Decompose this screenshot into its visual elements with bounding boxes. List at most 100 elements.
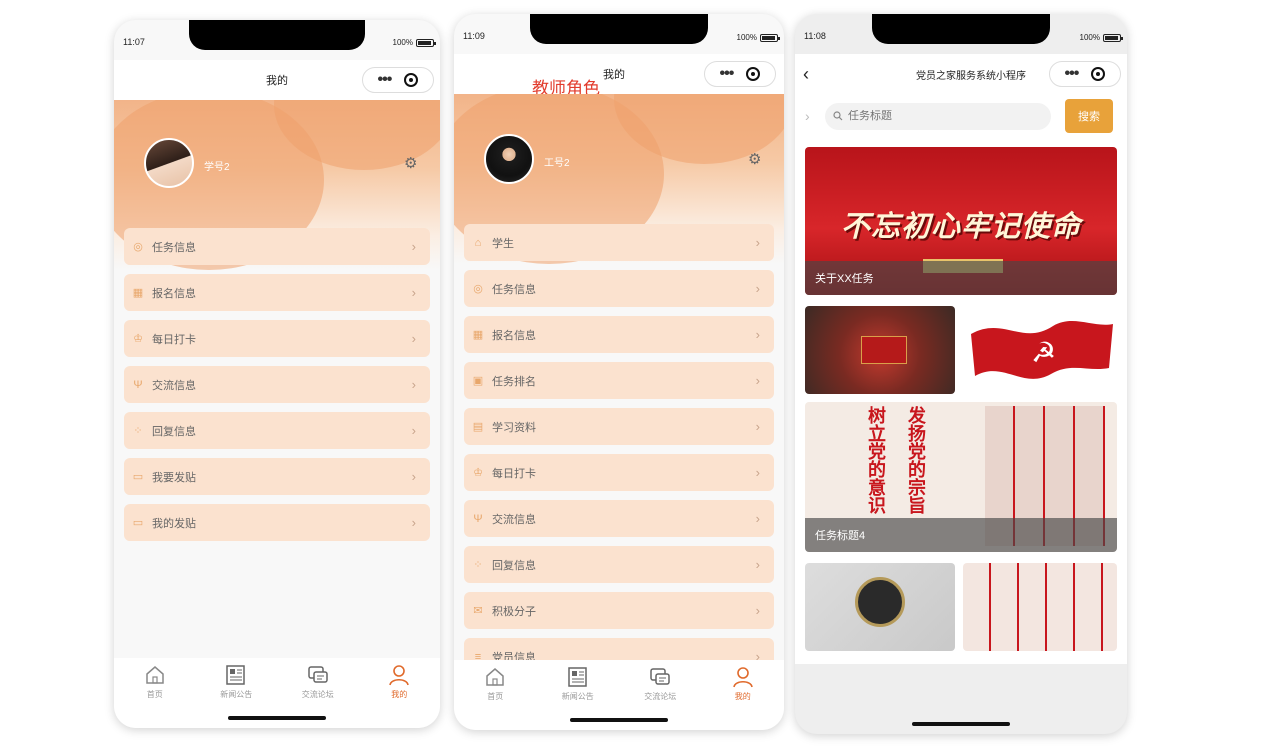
chevron-right-icon: › bbox=[411, 285, 416, 300]
calendar-icon: ▭ bbox=[132, 516, 144, 529]
chevron-right-icon: › bbox=[411, 423, 416, 438]
status-time: 11:09 bbox=[463, 31, 485, 41]
target-icon[interactable] bbox=[1091, 67, 1106, 81]
home-icon bbox=[146, 666, 164, 684]
calendar-icon: ▭ bbox=[132, 470, 144, 483]
avatar[interactable] bbox=[484, 134, 534, 184]
flag-shape bbox=[861, 336, 907, 364]
target-icon[interactable] bbox=[746, 67, 761, 81]
more-icon[interactable]: ••• bbox=[1065, 66, 1080, 82]
back-icon[interactable]: ‹ bbox=[803, 64, 809, 85]
page-title: 我的 bbox=[266, 75, 288, 87]
navbar: 我的 ••• bbox=[114, 60, 440, 100]
folder-icon: ▤ bbox=[472, 420, 484, 433]
status-time: 11:07 bbox=[123, 37, 145, 47]
menu-label: 交流信息 bbox=[152, 379, 196, 392]
tab-profile[interactable]: 我的 bbox=[713, 666, 773, 730]
battery-text: 100% bbox=[736, 33, 757, 42]
chevron-right-icon: › bbox=[755, 603, 760, 618]
notch bbox=[872, 14, 1050, 44]
settings-icon[interactable]: ⚙ bbox=[748, 150, 761, 168]
mail-icon: ✉ bbox=[473, 604, 483, 617]
tab-home[interactable]: 首页 bbox=[125, 664, 185, 728]
menu-label: 任务信息 bbox=[492, 283, 536, 296]
task-card-poster[interactable]: 树立党的意识 发扬党的宗旨 任务标题4 bbox=[805, 402, 1117, 552]
tab-profile[interactable]: 我的 bbox=[369, 664, 429, 728]
home-indicator bbox=[570, 718, 668, 722]
menu-label: 任务排名 bbox=[492, 375, 536, 388]
tab-label: 新闻公告 bbox=[561, 692, 594, 701]
target-icon[interactable] bbox=[404, 73, 419, 87]
task-card-hall[interactable] bbox=[805, 306, 955, 394]
menu-item-exchange-info[interactable]: Ψ 交流信息 › bbox=[464, 500, 774, 537]
task-card-banner[interactable]: 不忘初心牢记使命 关于XX任务 bbox=[805, 147, 1117, 295]
search-button[interactable]: 搜索 bbox=[1065, 99, 1113, 133]
news-icon bbox=[226, 665, 245, 685]
menu-item-students[interactable]: ⌂ 学生 › bbox=[464, 224, 774, 261]
tab-label: 我的 bbox=[391, 690, 408, 699]
page-title: 党员之家服务系统小程序 bbox=[916, 70, 1026, 82]
chevron-right-icon: › bbox=[755, 465, 760, 480]
grid-icon: ▦ bbox=[132, 286, 144, 299]
task-card-poster-2[interactable] bbox=[963, 563, 1117, 651]
menu-label: 任务信息 bbox=[152, 241, 196, 254]
menu-label: 回复信息 bbox=[492, 559, 536, 572]
tab-label: 首页 bbox=[487, 692, 504, 701]
settings-icon[interactable]: ⚙ bbox=[404, 154, 417, 172]
menu-item-task-ranking[interactable]: ▣ 任务排名 › bbox=[464, 362, 774, 399]
menu-item-reply-info[interactable]: ⁘ 回复信息 › bbox=[124, 412, 430, 449]
menu-item-reply-info[interactable]: ⁘ 回复信息 › bbox=[464, 546, 774, 583]
battery-icon bbox=[1103, 33, 1123, 42]
news-icon bbox=[568, 667, 587, 687]
mini-program-capsule[interactable]: ••• bbox=[1049, 61, 1121, 87]
grid-icon: ▦ bbox=[472, 328, 484, 341]
chevron-right-icon: › bbox=[411, 515, 416, 530]
mini-program-capsule[interactable]: ••• bbox=[704, 61, 776, 87]
tab-label: 交流论坛 bbox=[644, 692, 677, 701]
menu-label: 报名信息 bbox=[492, 329, 536, 342]
search-input[interactable] bbox=[848, 110, 1018, 122]
mini-program-capsule[interactable]: ••• bbox=[362, 67, 434, 93]
phone-student-profile: 11:07 100% 我的 ••• 学号2 ⚙ ◎ 任务信息 › ▦ 报名信息 › ♔ 每… bbox=[114, 20, 440, 728]
menu-item-exchange-info[interactable]: Ψ 交流信息 › bbox=[124, 366, 430, 403]
menu-label: 学习资料 bbox=[492, 421, 536, 434]
battery-text: 100% bbox=[392, 38, 413, 47]
cup-icon: Ψ bbox=[473, 512, 483, 525]
menu-item-signup-info[interactable]: ▦ 报名信息 › bbox=[464, 316, 774, 353]
task-grid: 不忘初心牢记使命 关于XX任务 ☭ 树立党的意识 发扬党的宗旨 任务标题4 bbox=[795, 138, 1127, 664]
chevron-right-icon[interactable]: › bbox=[805, 108, 810, 124]
menu-item-task-info[interactable]: ◎ 任务信息 › bbox=[124, 228, 430, 265]
battery-text: 100% bbox=[1079, 33, 1100, 42]
menu-item-daily-checkin[interactable]: ♔ 每日打卡 › bbox=[464, 454, 774, 491]
notch bbox=[530, 14, 708, 44]
menu-label: 学生 bbox=[492, 237, 514, 250]
chevron-right-icon: › bbox=[755, 419, 760, 434]
menu-item-new-post[interactable]: ▭ 我要发贴 › bbox=[124, 458, 430, 495]
menu-item-my-posts[interactable]: ▭ 我的发贴 › bbox=[124, 504, 430, 541]
menu-item-activists[interactable]: ✉ 积极分子 › bbox=[464, 592, 774, 629]
menu-item-daily-checkin[interactable]: ♔ 每日打卡 › bbox=[124, 320, 430, 357]
poster-text: 发扬党的宗旨 bbox=[906, 406, 926, 514]
home-indicator bbox=[912, 722, 1010, 726]
menu-item-study-material[interactable]: ▤ 学习资料 › bbox=[464, 408, 774, 445]
search-field[interactable] bbox=[825, 102, 1051, 130]
user-icon bbox=[732, 667, 753, 688]
menu-label: 我的发贴 bbox=[152, 517, 196, 530]
more-icon[interactable]: ••• bbox=[720, 66, 735, 82]
task-card-wall[interactable] bbox=[805, 563, 955, 651]
home-icon bbox=[486, 668, 504, 686]
menu-item-task-info[interactable]: ◎ 任务信息 › bbox=[464, 270, 774, 307]
page-title: 我的 bbox=[603, 69, 625, 81]
crown-icon: ♔ bbox=[473, 466, 483, 479]
navbar: ‹ 党员之家服务系统小程序 ••• bbox=[795, 54, 1127, 94]
chevron-right-icon: › bbox=[411, 469, 416, 484]
card-caption: 关于XX任务 bbox=[805, 261, 1117, 295]
status-battery: 100% bbox=[1079, 33, 1123, 42]
avatar[interactable] bbox=[144, 138, 194, 188]
menu-item-signup-info[interactable]: ▦ 报名信息 › bbox=[124, 274, 430, 311]
poster-text: 树立党的意识 bbox=[866, 406, 886, 514]
more-icon[interactable]: ••• bbox=[378, 72, 393, 88]
task-card-flag[interactable]: ☭ bbox=[963, 306, 1117, 394]
tab-home[interactable]: 首页 bbox=[465, 666, 525, 730]
emblem-shape bbox=[855, 577, 905, 627]
